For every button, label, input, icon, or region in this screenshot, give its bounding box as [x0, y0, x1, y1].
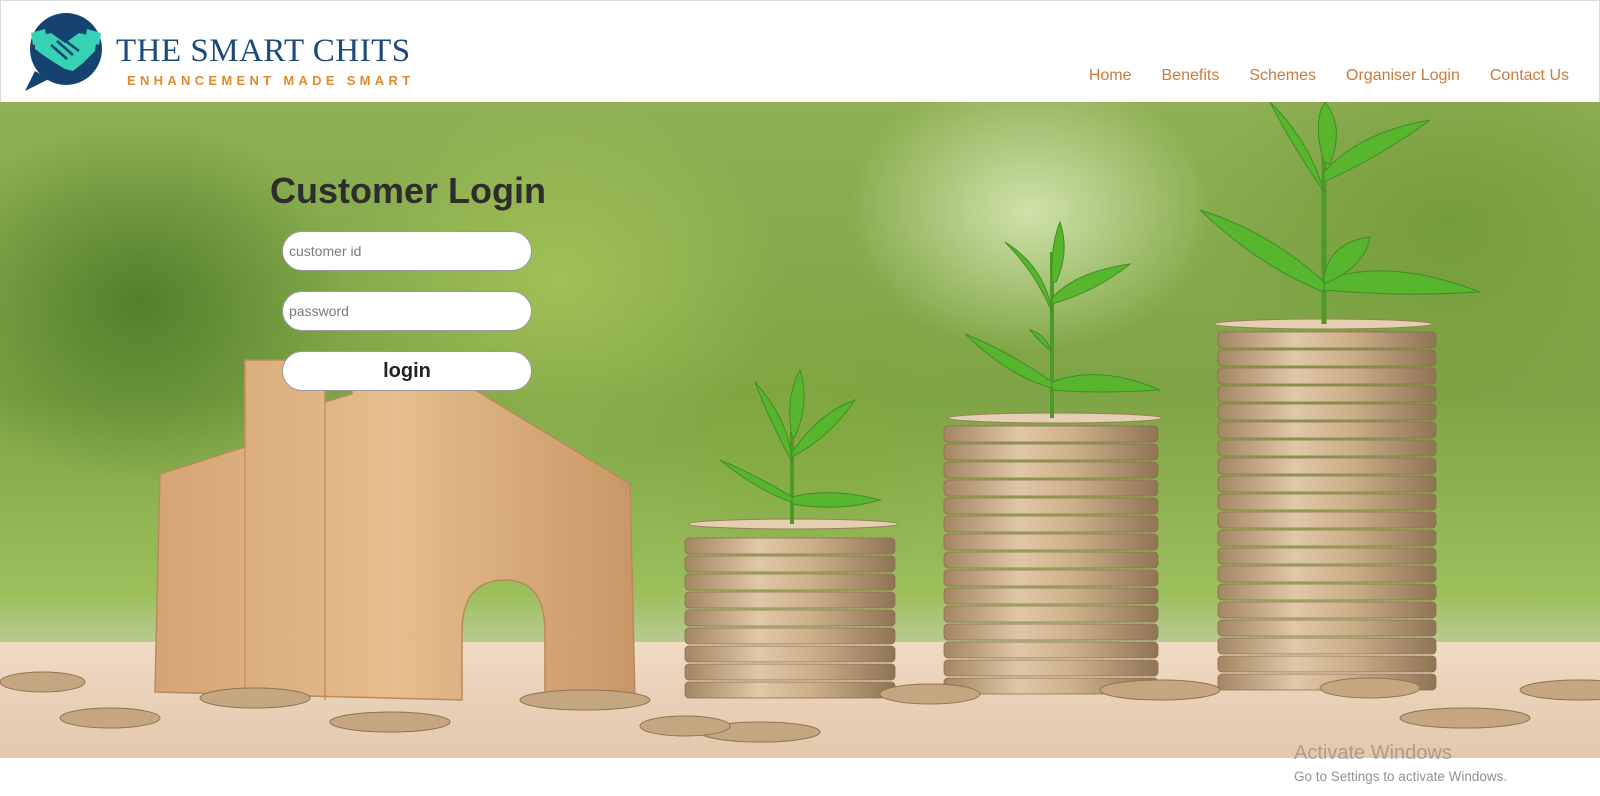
logo[interactable]: THE SMART CHITS ENHANCEMENT MADE SMART: [21, 11, 441, 93]
nav-home-link[interactable]: Home: [1089, 67, 1132, 85]
plant-large: [1199, 102, 1481, 324]
coin-stack-medium: [943, 412, 1163, 695]
coin-stack-large: [1213, 318, 1437, 691]
watermark-subtitle: Go to Settings to activate Windows.: [1294, 769, 1508, 784]
brand-tagline: ENHANCEMENT MADE SMART: [127, 73, 415, 88]
wooden-house: [154, 359, 636, 701]
nav-schemes-link[interactable]: Schemes: [1249, 67, 1316, 85]
handshake-logo-icon: [25, 13, 102, 91]
plant-medium: [964, 220, 1161, 418]
hero-banner: [0, 102, 1600, 758]
customer-id-input[interactable]: [282, 231, 532, 271]
nav-contact-us-link[interactable]: Contact Us: [1490, 67, 1569, 85]
hero-illustration: [0, 102, 1600, 758]
windows-activation-watermark: Activate Windows Go to Settings to activ…: [1294, 742, 1507, 784]
main-nav: Home Benefits Schemes Organiser Login Co…: [1059, 67, 1569, 85]
watermark-title: Activate Windows: [1294, 742, 1452, 764]
plant-small: [719, 368, 882, 524]
login-button[interactable]: login: [282, 351, 532, 391]
nav-organiser-login-link[interactable]: Organiser Login: [1346, 67, 1460, 85]
nav-benefits-link[interactable]: Benefits: [1162, 67, 1220, 85]
brand-name: THE SMART CHITS: [116, 33, 411, 69]
coin-stack-small: [684, 518, 899, 699]
login-title: Customer Login: [270, 170, 546, 211]
site-header: THE SMART CHITS ENHANCEMENT MADE SMART H…: [0, 0, 1600, 102]
password-input[interactable]: [282, 291, 532, 331]
